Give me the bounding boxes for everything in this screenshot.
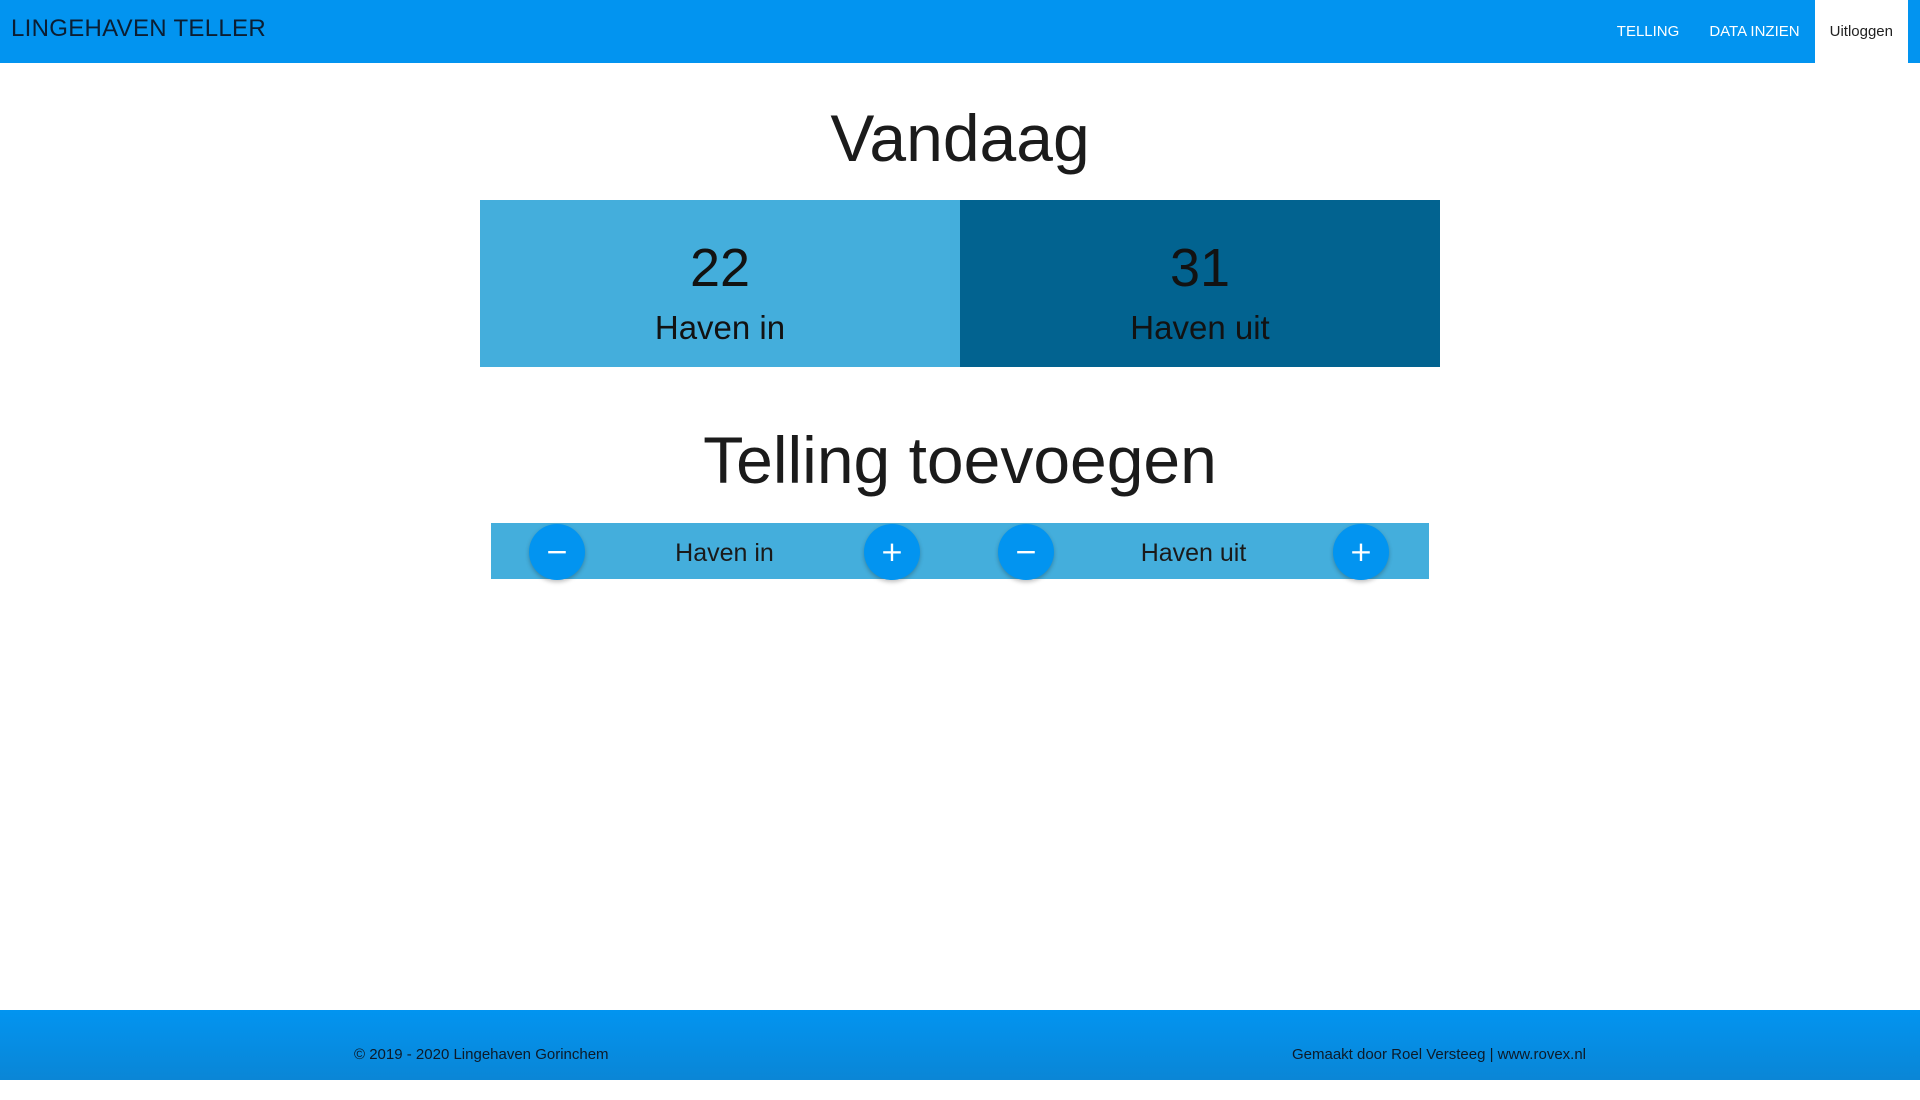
haven-uit-decrement-button[interactable]: − bbox=[998, 524, 1054, 580]
section-title-add-count: Telling toevoegen bbox=[703, 423, 1217, 497]
footer: © 2019 - 2020 Lingehaven Gorinchem Gemaa… bbox=[0, 1010, 1920, 1080]
haven-uit-increment-button[interactable]: + bbox=[1333, 524, 1389, 580]
nav-item-telling[interactable]: TELLING bbox=[1602, 0, 1695, 63]
stat-label-haven-uit: Haven uit bbox=[1130, 309, 1270, 346]
stat-card-haven-in: 22 Haven in bbox=[480, 200, 960, 367]
counter-haven-uit: − Haven uit + bbox=[998, 523, 1440, 580]
haven-in-increment-button[interactable]: + bbox=[864, 524, 920, 580]
navbar: LINGEHAVEN TELLER TELLING DATA INZIEN Ui… bbox=[0, 0, 1920, 63]
nav-item-data-inzien[interactable]: DATA INZIEN bbox=[1694, 0, 1814, 63]
logout-button[interactable]: Uitloggen bbox=[1814, 0, 1908, 63]
footer-credits: Gemaakt door Roel Versteeg | www.rovex.n… bbox=[1291, 1046, 1586, 1063]
counter-label-haven-in: Haven in bbox=[675, 539, 774, 567]
section-title-today: Vandaag bbox=[830, 101, 1090, 175]
stat-value-haven-in: 22 bbox=[689, 238, 751, 298]
stat-label-haven-in: Haven in bbox=[654, 309, 786, 346]
brand-title[interactable]: LINGEHAVEN TELLER bbox=[11, 0, 266, 60]
haven-in-decrement-button[interactable]: − bbox=[529, 524, 585, 580]
today-stats: 22 Haven in 31 Haven uit bbox=[480, 200, 1440, 367]
stat-card-haven-uit: 31 Haven uit bbox=[960, 200, 1440, 367]
stat-value-haven-uit: 31 bbox=[1169, 238, 1231, 298]
counter-label-haven-uit: Haven uit bbox=[1140, 539, 1247, 567]
counter-haven-in: − Haven in + bbox=[529, 523, 971, 580]
counter-bar: − Haven in + − Haven uit + bbox=[491, 523, 1429, 580]
nav-menu: TELLING DATA INZIEN Uitloggen bbox=[1602, 0, 1908, 63]
footer-copyright: © 2019 - 2020 Lingehaven Gorinchem bbox=[354, 1046, 609, 1063]
